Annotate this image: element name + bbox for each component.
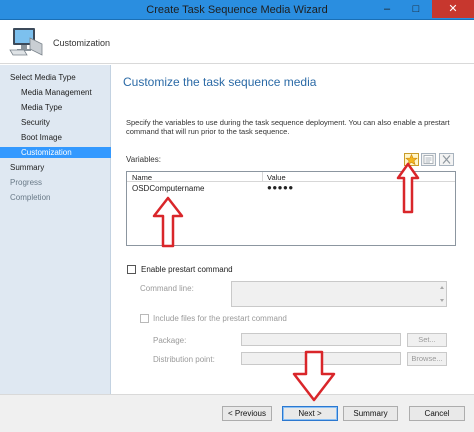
delete-x-icon	[442, 155, 451, 164]
delete-variable-button[interactable]	[439, 153, 454, 166]
annotation-arrow-up-icon	[152, 196, 184, 248]
step-progress: Progress	[10, 178, 43, 187]
previous-button[interactable]: < Previous	[222, 406, 272, 421]
next-button[interactable]: Next >	[282, 406, 338, 421]
wizard-steps-sidebar: Select Media Type Media Management Media…	[0, 65, 111, 394]
page-description: Specify the variables to use during the …	[126, 118, 450, 136]
browse-button[interactable]: Browse...	[407, 352, 447, 366]
step-media-management: Media Management	[21, 88, 92, 97]
close-button[interactable]: ✕	[432, 0, 474, 18]
title-bar: Create Task Sequence Media Wizard – □ ✕	[0, 0, 474, 20]
column-header-value[interactable]: Value	[267, 173, 286, 182]
variables-label: Variables:	[126, 155, 161, 164]
step-boot-image: Boot Image	[21, 133, 62, 142]
summary-button[interactable]: Summary	[343, 406, 398, 421]
enable-prestart-label: Enable prestart command	[141, 265, 233, 274]
step-media-type: Media Type	[21, 103, 63, 112]
header-title: Customization	[53, 38, 111, 48]
annotation-arrow-down-icon	[292, 350, 336, 402]
include-files-label: Include files for the prestart command	[153, 314, 287, 323]
step-summary: Summary	[10, 163, 45, 172]
annotation-arrow-up-icon	[396, 162, 420, 214]
wizard-header: Customization	[0, 20, 474, 64]
command-line-label: Command line:	[140, 284, 194, 293]
set-button[interactable]: Set...	[407, 333, 447, 347]
enable-prestart-checkbox[interactable]	[127, 265, 136, 274]
step-select-media-type: Select Media Type	[10, 73, 76, 82]
package-label: Package:	[153, 336, 187, 345]
step-customization: Customization	[0, 147, 111, 158]
table-row-value[interactable]: ●●●●●	[267, 183, 294, 192]
minimize-button[interactable]: –	[374, 0, 400, 18]
properties-icon	[423, 155, 434, 164]
computer-icon	[9, 28, 43, 56]
cancel-button[interactable]: Cancel	[409, 406, 465, 421]
command-line-field[interactable]	[231, 281, 447, 307]
package-field[interactable]	[241, 333, 401, 346]
scroll-arrows-icon	[440, 286, 444, 302]
include-files-checkbox[interactable]	[140, 314, 149, 323]
step-security: Security	[21, 118, 50, 127]
page-title: Customize the task sequence media	[123, 75, 317, 89]
table-row-name[interactable]: OSDComputername	[132, 184, 204, 193]
wizard-footer: < Previous Next > Summary Cancel	[0, 394, 474, 432]
step-completion: Completion	[10, 193, 51, 202]
maximize-button[interactable]: □	[403, 0, 429, 18]
column-divider	[262, 172, 263, 182]
column-header-name[interactable]: Name	[132, 173, 152, 182]
distribution-point-label: Distribution point:	[153, 355, 215, 364]
variable-properties-button[interactable]	[421, 153, 436, 166]
